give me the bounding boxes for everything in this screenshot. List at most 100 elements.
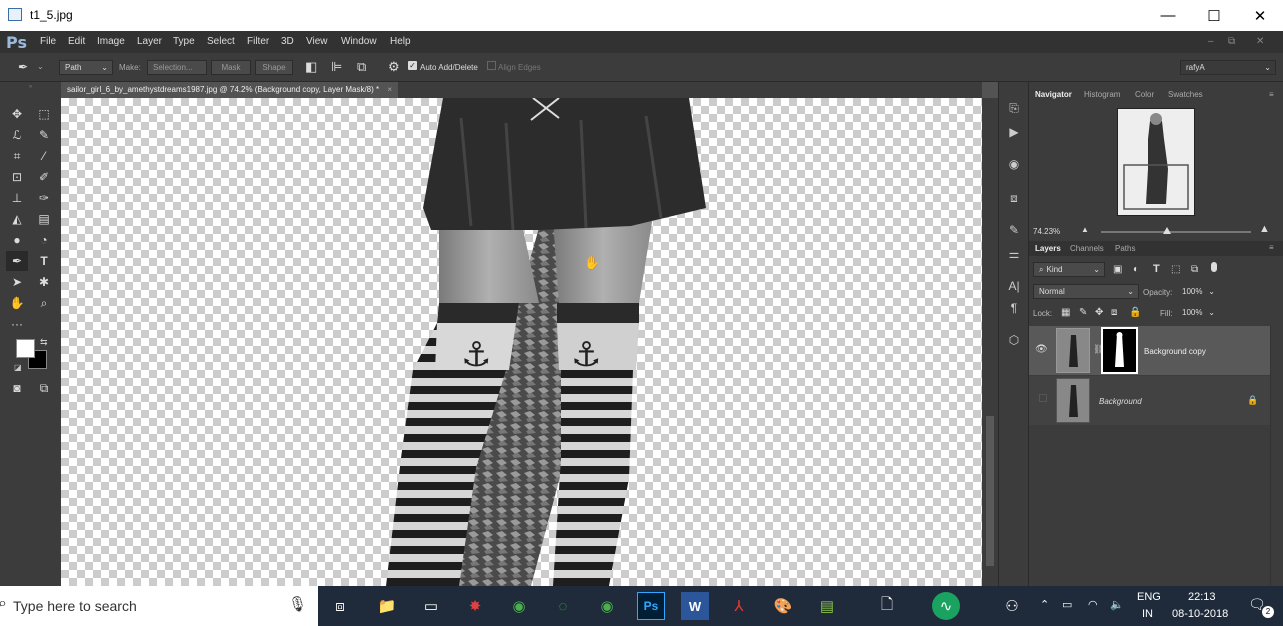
character-panel-icon[interactable]: A| (1003, 276, 1025, 296)
zoom-slider-track[interactable] (1101, 231, 1251, 233)
clone-stamp-tool-icon[interactable]: ⊥ (6, 188, 28, 208)
lasso-tool-icon[interactable]: ℒ (6, 125, 28, 145)
panel-collapse-icon[interactable]: » (0, 84, 61, 90)
workspace-select[interactable]: rafyA ⌄ (1180, 60, 1276, 75)
task-view-icon[interactable]: ⧈ (326, 592, 354, 620)
zoom-slider-handle[interactable] (1163, 227, 1171, 234)
green-app-icon[interactable]: ◌ (549, 592, 577, 620)
crop-tool-icon[interactable]: ⌗ (6, 146, 28, 166)
brush-presets-icon[interactable]: ✎ (1003, 220, 1025, 240)
lock-artboard-icon[interactable]: ⧈ (1111, 307, 1117, 318)
edit-toolbar-icon[interactable]: ··· (6, 314, 28, 334)
adjustments-icon[interactable]: ⚌ (1003, 244, 1025, 264)
layer-mask-thumbnail[interactable] (1101, 327, 1138, 374)
layer-row[interactable]: 👁 ⛓ Background copy (1029, 326, 1270, 375)
marquee-tool-icon[interactable]: ⬚ (33, 104, 55, 124)
menu-3d[interactable]: 3D (281, 36, 294, 47)
menu-layer[interactable]: Layer (137, 36, 162, 47)
path-arrangement-icon[interactable]: ⧉ (357, 59, 366, 75)
filter-kind-select[interactable]: ⌕ Kind ⌄ (1033, 262, 1105, 277)
command-prompt-icon[interactable]: ▭ (417, 592, 445, 620)
fill-field[interactable]: 100% ⌄ (1177, 305, 1219, 320)
eraser-tool-icon[interactable]: ◭ (6, 209, 28, 229)
filter-type-icon[interactable]: T (1153, 263, 1160, 275)
tab-channels[interactable]: Channels (1070, 244, 1104, 253)
menu-window[interactable]: Window (341, 36, 377, 47)
navigator-preview[interactable] (1117, 108, 1195, 216)
paint-icon[interactable]: 🎨 (769, 592, 797, 620)
3d-panel-icon[interactable]: ⬡ (1003, 330, 1025, 350)
filter-shape-icon[interactable]: ⬚ (1171, 264, 1180, 275)
clock-date[interactable]: 08-10-2018 (1172, 608, 1228, 620)
chrome-icon[interactable]: ◉ (505, 592, 533, 620)
document-canvas[interactable]: ⚓ ⚓ ✋ (61, 98, 982, 586)
filter-pixel-icon[interactable]: ▣ (1113, 264, 1122, 275)
make-selection-button[interactable]: Selection... (147, 60, 207, 75)
minimize-button[interactable]: — (1145, 0, 1191, 31)
lock-all-icon[interactable]: 🔒 (1129, 307, 1141, 318)
history-brush-tool-icon[interactable]: ✑ (33, 188, 55, 208)
microphone-icon[interactable]: 🎙 (288, 595, 307, 613)
path-selection-tool-icon[interactable]: ➤ (6, 272, 28, 292)
people-icon[interactable]: ⚇ (998, 592, 1026, 620)
word-icon[interactable]: W (681, 592, 709, 620)
doc-minimize-button[interactable]: – (1208, 36, 1214, 47)
language-region[interactable]: IN (1142, 608, 1153, 620)
pen-tool-preset-icon[interactable]: ✒ (18, 60, 28, 74)
layers-scrollbar[interactable] (1270, 326, 1283, 586)
volume-icon[interactable]: 🔈 (1110, 598, 1124, 611)
dodge-tool-icon[interactable]: ◔ (33, 230, 55, 250)
spider-app-icon[interactable]: ✸ (461, 592, 489, 620)
default-colors-icon[interactable]: ◪ (14, 363, 22, 372)
visibility-toggle[interactable] (1039, 394, 1047, 402)
panel-menu-icon[interactable]: ≡ (1269, 90, 1274, 99)
brush-tool-icon[interactable]: ✐ (33, 167, 55, 187)
language-code[interactable]: ENG (1137, 591, 1161, 603)
document-icon[interactable]: 🗋 (873, 592, 901, 620)
visibility-eye-icon[interactable]: 👁 (1035, 344, 1048, 355)
gradient-tool-icon[interactable]: ▤ (33, 209, 55, 229)
battery-icon[interactable]: ▭ (1062, 598, 1072, 611)
acrobat-icon[interactable]: ⅄ (725, 592, 753, 620)
path-alignment-icon[interactable]: ⊫ (331, 59, 342, 75)
menu-image[interactable]: Image (97, 36, 125, 47)
zoom-in-icon[interactable]: ▲ (1259, 223, 1270, 235)
file-explorer-icon[interactable]: 📁 (373, 592, 401, 620)
layer-name[interactable]: Background (1099, 397, 1142, 406)
pulse-app-icon[interactable]: ∿ (932, 592, 960, 620)
tab-layers[interactable]: Layers (1035, 244, 1061, 253)
move-tool-icon[interactable]: ✥ (6, 104, 28, 124)
lock-position-icon[interactable]: ✥ (1095, 307, 1103, 318)
lock-image-icon[interactable]: ✎ (1079, 307, 1087, 318)
custom-shape-tool-icon[interactable]: ✱ (33, 272, 55, 292)
taskbar-search-box[interactable]: ⌕ Type here to search 🎙 (0, 586, 318, 626)
blend-mode-select[interactable]: Normal ⌄ (1033, 284, 1139, 299)
pen-tool-icon[interactable]: ✒ (6, 251, 28, 271)
scrollbar-thumb[interactable] (986, 416, 994, 566)
screen-mode-icon[interactable]: ⧉ (33, 378, 55, 398)
menu-filter[interactable]: Filter (247, 36, 269, 47)
chevron-up-icon[interactable]: ⌃ (1040, 598, 1049, 611)
foreground-color-swatch[interactable] (16, 339, 35, 358)
properties-panel-icon[interactable]: ⧈ (1003, 188, 1025, 208)
blur-tool-icon[interactable]: ● (6, 230, 28, 250)
wifi-icon[interactable]: ◠ (1088, 598, 1098, 611)
history-panel-icon[interactable]: ⎘ (1003, 98, 1025, 118)
align-edges-checkbox[interactable] (487, 61, 496, 70)
menu-file[interactable]: File (40, 36, 56, 47)
actions-panel-icon[interactable]: ▶ (1003, 122, 1025, 142)
opacity-field[interactable]: 100% ⌄ (1177, 284, 1219, 299)
tab-color[interactable]: Color (1135, 90, 1154, 99)
doc-restore-button[interactable]: ⧉ (1228, 36, 1235, 47)
navigator-zoom-value[interactable]: 74.23% (1033, 227, 1060, 236)
swap-colors-icon[interactable]: ⇆ (40, 337, 48, 348)
menu-type[interactable]: Type (173, 36, 195, 47)
menu-help[interactable]: Help (390, 36, 411, 47)
tab-histogram[interactable]: Histogram (1084, 90, 1120, 99)
paragraph-panel-icon[interactable]: ¶ (1003, 298, 1025, 318)
healing-brush-tool-icon[interactable]: ⊡ (6, 167, 28, 187)
layer-name[interactable]: Background copy (1144, 347, 1206, 356)
type-tool-icon[interactable]: T (33, 251, 55, 271)
document-tab[interactable]: sailor_girl_6_by_amethystdreams1987.jpg … (61, 82, 399, 98)
path-operations-icon[interactable]: ◧ (305, 59, 317, 75)
